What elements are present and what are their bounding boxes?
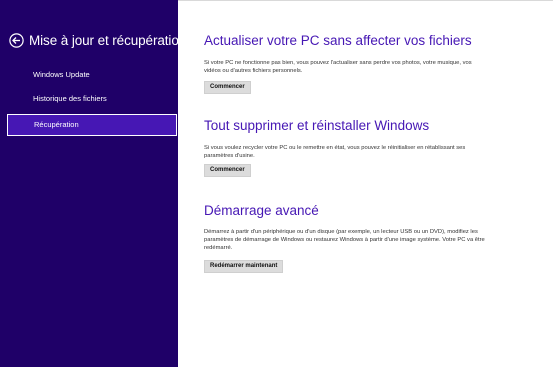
sidebar: Mise à jour et récupération Windows Upda… bbox=[0, 0, 201, 367]
section-description: Si vous voulez recycler votre PC ou le r… bbox=[204, 145, 466, 159]
section-heading: Tout supprimer et réinstaller Windows bbox=[204, 118, 430, 133]
sidebar-item-recuperation[interactable]: Récupération bbox=[7, 114, 177, 136]
back-arrow-icon[interactable] bbox=[9, 33, 24, 48]
section-refresh: Actualiser votre PC sans affecter vos fi… bbox=[204, 33, 544, 94]
sidebar-header: Mise à jour et récupération bbox=[9, 33, 201, 48]
sidebar-title: Mise à jour et récupération bbox=[29, 33, 187, 48]
section-heading: Démarrage avancé bbox=[204, 203, 319, 218]
settings-window: Mise à jour et récupération Windows Upda… bbox=[0, 0, 553, 367]
section-reset: Tout supprimer et réinstaller Windows Si… bbox=[204, 118, 544, 177]
search-icon[interactable] bbox=[190, 35, 201, 48]
sidebar-item-historique-des-fichiers[interactable]: Historique des fichiers bbox=[0, 88, 178, 110]
sidebar-item-windows-update[interactable]: Windows Update bbox=[0, 64, 178, 86]
refresh-start-button[interactable]: Commencer bbox=[204, 81, 251, 94]
section-heading: Actualiser votre PC sans affecter vos fi… bbox=[204, 33, 472, 48]
section-advanced-startup: Démarrage avancé Démarrez à partir d'un … bbox=[204, 203, 544, 273]
restart-now-button[interactable]: Redémarrer maintenant bbox=[204, 260, 284, 273]
section-description: Démarrez à partir d'un périphérique ou d… bbox=[204, 229, 485, 251]
reset-start-button[interactable]: Commencer bbox=[204, 164, 251, 177]
section-description: Si votre PC ne fonctionne pas bien, vous… bbox=[204, 60, 472, 74]
